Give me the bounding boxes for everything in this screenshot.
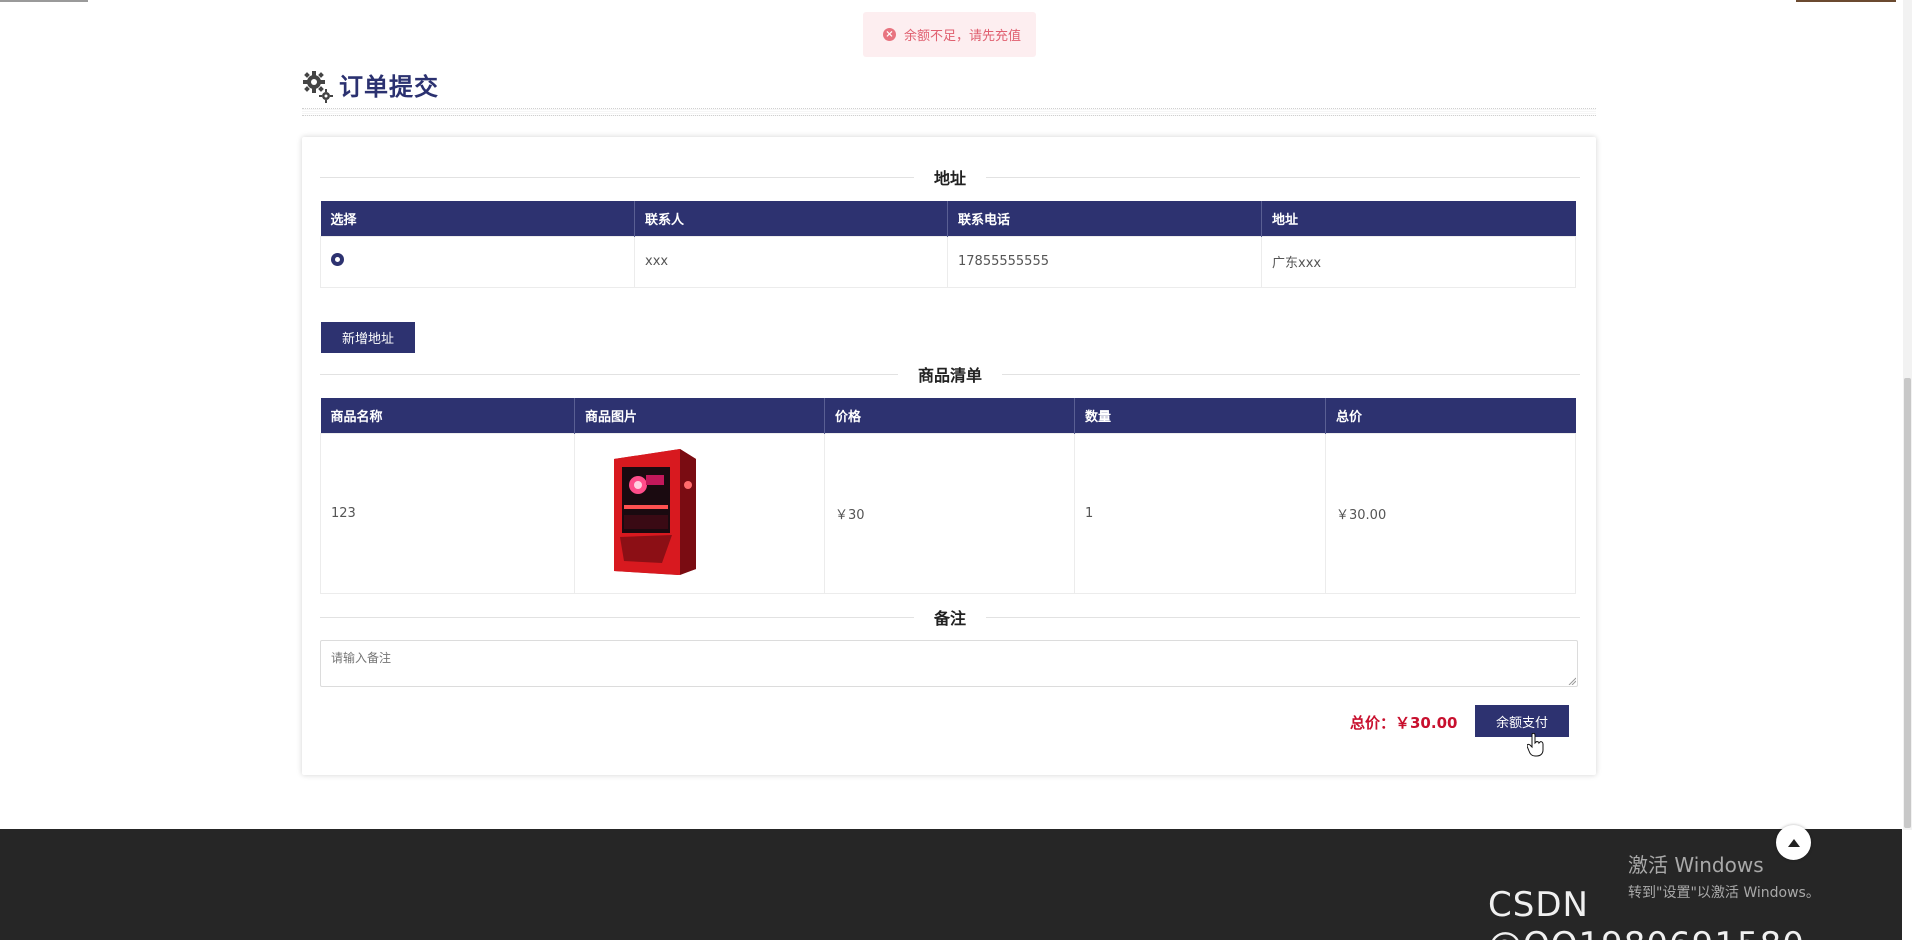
column-header: 联系电话: [947, 201, 1262, 236]
quantity-cell: 1: [1074, 432, 1326, 594]
price-cell: ￥30: [824, 432, 1075, 594]
top-strip-left: [0, 0, 88, 2]
csdn-watermark: CSDN @QQ1980691580: [1488, 885, 1804, 940]
contact-cell: xxx: [634, 235, 948, 288]
resize-grip-icon[interactable]: [1568, 677, 1576, 685]
address-select-cell[interactable]: [320, 235, 635, 288]
page-title: 订单提交: [339, 73, 439, 101]
column-header: 联系人: [634, 201, 948, 236]
error-toast: × 余额不足，请先充值: [863, 12, 1036, 57]
balance-pay-button[interactable]: 余额支付: [1475, 705, 1569, 737]
phone-cell: 17855555555: [947, 235, 1262, 288]
address-cell: 广东xxx: [1261, 235, 1576, 288]
column-header: 价格: [824, 398, 1075, 433]
column-header: 商品名称: [320, 398, 575, 433]
address-table: 选择 联系人 联系电话 地址 xxx 17855555555 广东xxx: [320, 201, 1576, 288]
product-image: [614, 449, 696, 575]
column-header: 选择: [320, 201, 635, 236]
goods-table: 商品名称 商品图片 价格 数量 总价 123 ￥30 1 ￥30.00: [320, 398, 1576, 594]
column-header: 数量: [1074, 398, 1326, 433]
line-total-cell: ￥30.00: [1325, 432, 1576, 594]
scrollbar-thumb[interactable]: [1904, 378, 1911, 828]
goods-section-title: 商品清单: [320, 362, 1581, 386]
remark-section-title: 备注: [320, 605, 1581, 629]
order-total: 总价：￥30.00: [1350, 714, 1458, 732]
remark-section-label: 备注: [934, 609, 967, 628]
toast-message: 余额不足，请先充值: [904, 29, 1022, 44]
header-divider: [302, 108, 1596, 116]
table-row: 123 ￥30 1 ￥30.00: [320, 432, 1576, 594]
order-card: 地址 选择 联系人 联系电话 地址 xxx 17855555555 广东xxx …: [302, 137, 1596, 775]
product-name-cell: 123: [320, 432, 575, 594]
address-section-label: 地址: [934, 169, 967, 188]
address-section-title: 地址: [320, 165, 1581, 189]
page-scrollbar[interactable]: [1903, 0, 1912, 830]
page-header: 订单提交: [302, 64, 1596, 116]
top-strip-right: [1796, 0, 1896, 2]
remark-input[interactable]: [320, 640, 1578, 687]
gear-icon: [303, 71, 333, 103]
address-radio[interactable]: [331, 253, 344, 266]
product-image-cell: [574, 432, 825, 594]
column-header: 总价: [1325, 398, 1576, 433]
table-row[interactable]: xxx 17855555555 广东xxx: [320, 235, 1576, 288]
add-address-button[interactable]: 新增地址: [321, 322, 415, 353]
column-header: 商品图片: [574, 398, 825, 433]
error-circle-icon: ×: [883, 28, 896, 41]
windows-activation-title: 激活 Windows: [1628, 853, 1764, 877]
address-table-header: 选择 联系人 联系电话 地址: [320, 201, 1576, 236]
hand-cursor-icon: [1527, 733, 1544, 757]
goods-table-header: 商品名称 商品图片 价格 数量 总价: [320, 398, 1576, 433]
goods-section-label: 商品清单: [918, 366, 983, 385]
column-header: 地址: [1261, 201, 1576, 236]
